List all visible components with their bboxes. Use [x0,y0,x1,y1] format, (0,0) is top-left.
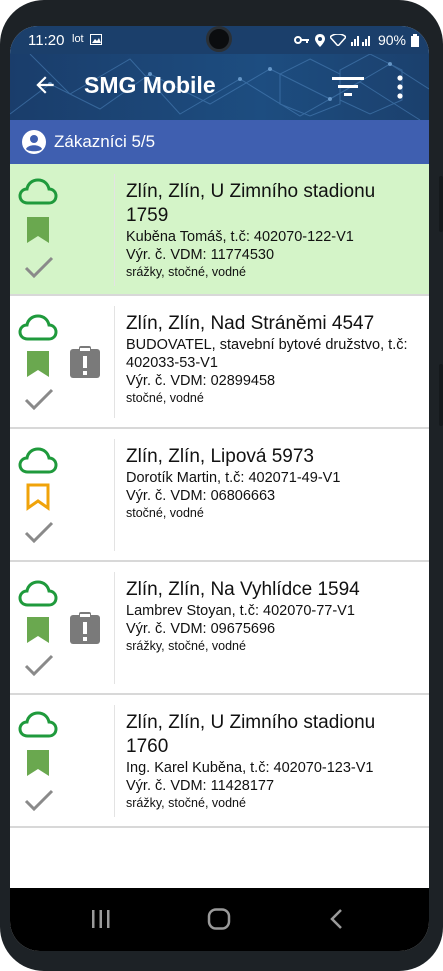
location-icon [314,33,325,47]
volume-button [439,176,443,232]
row-content: Zlín, Zlín, U Zimního stadionu 1759 Kubě… [126,180,422,281]
check-icon [24,388,54,411]
account-circle-icon [22,130,46,154]
wifi-icon [329,34,346,46]
row-divider [114,306,115,418]
arrow-left-icon[interactable] [32,72,58,98]
customer-row[interactable]: Zlín, Zlín, U Zimního stadionu 1760 Ing.… [10,695,429,828]
customer-address: Zlín, Zlín, Lipová 5973 [126,446,314,467]
cloud-icon [18,178,58,205]
cloud-icon [18,447,58,474]
row-divider [114,439,115,551]
gallery-icon [89,33,102,45]
cloud-icon [18,314,58,341]
customer-owner: Ing. Karel Kuběna, t.č: 402070-123-V1 [126,760,374,776]
bookmark-icon [27,217,49,243]
fee-types: stočné, vodné [126,391,204,405]
carrier-label: lot [72,33,84,45]
fee-types: stočné, vodné [126,506,204,520]
customer-address: Zlín, Zlín, Na Vyhlídce 1594 [126,579,360,600]
phone-frame: 11:20 lot 90% SMG Mobile Zákazníci 5/5 Z… [0,0,443,971]
app-title: SMG Mobile [84,72,216,98]
bookmark-icon [27,750,49,776]
customer-row[interactable]: Zlín, Zlín, U Zimního stadionu 1759 Kubě… [10,164,429,296]
bookmark-icon [26,483,50,511]
cloud-icon [18,711,58,738]
row-content: Zlín, Zlín, Nad Stráněmi 4547 BUDOVATEL,… [126,312,422,407]
row-content: Zlín, Zlín, Lipová 5973 Dorotík Martin, … [126,445,422,522]
fee-types: srážky, stočné, vodné [126,639,246,653]
row-divider [114,705,115,817]
cloud-icon [18,580,58,607]
meter-number: Výr. č. VDM: 02899458 [126,373,276,389]
recent-apps-icon[interactable] [90,908,112,930]
status-bar: 11:20 lot 90% [10,26,429,54]
fee-types: srážky, stočné, vodné [126,265,246,279]
customer-address: Zlín, Zlín, U Zimního stadionu 1759 [126,181,376,226]
meter-number: Výr. č. VDM: 09675696 [126,621,276,637]
meter-number: Výr. č. VDM: 06806663 [126,488,276,504]
battery-icon [411,33,419,47]
status-left-icons: lot [72,33,102,45]
customers-header: Zákazníci 5/5 [10,120,429,164]
row-divider [114,174,115,286]
app-bar: SMG Mobile [10,54,429,120]
filter-icon[interactable] [332,74,364,100]
front-camera [206,26,232,52]
row-content: Zlín, Zlín, U Zimního stadionu 1760 Ing.… [126,711,422,812]
customer-row[interactable]: Zlín, Zlín, Nad Stráněmi 4547 BUDOVATEL,… [10,296,429,429]
back-nav-icon[interactable] [328,908,344,930]
power-button [439,364,443,426]
clipboard-alert-icon [70,612,100,644]
customer-owner: Lambrev Stoyan, t.č: 402070-77-V1 [126,603,355,619]
check-icon [24,256,54,279]
fee-types: srážky, stočné, vodné [126,796,246,810]
row-divider [114,572,115,684]
key-icon [293,36,309,44]
signal-icon [350,36,370,46]
status-right-icons: 90% [293,32,419,48]
customer-list: Zlín, Zlín, U Zimního stadionu 1759 Kubě… [10,164,429,828]
check-icon [24,654,54,677]
home-icon[interactable] [207,908,231,930]
customer-owner: Kuběna Tomáš, t.č: 402070-122-V1 [126,229,354,245]
check-icon [24,521,54,544]
row-content: Zlín, Zlín, Na Vyhlídce 1594 Lambrev Sto… [126,578,422,655]
meter-number: Výr. č. VDM: 11428177 [126,778,275,794]
clipboard-alert-icon [70,346,100,378]
customer-owner: BUDOVATEL, stavební bytové družstvo, t.č… [126,337,408,371]
bookmark-icon [27,351,49,377]
status-time: 11:20 [28,32,65,49]
customer-address: Zlín, Zlín, U Zimního stadionu 1760 [126,712,376,757]
customer-row[interactable]: Zlín, Zlín, Lipová 5973 Dorotík Martin, … [10,429,429,562]
customer-address: Zlín, Zlín, Nad Stráněmi 4547 [126,313,375,334]
screen: 11:20 lot 90% SMG Mobile Zákazníci 5/5 Z… [10,26,429,951]
customers-count-label: Zákazníci 5/5 [54,132,156,151]
battery-percent: 90% [377,32,406,48]
bookmark-icon [27,617,49,643]
network-background-graphic [10,54,429,120]
customer-owner: Dorotík Martin, t.č: 402071-49-V1 [126,470,341,486]
check-icon [24,789,54,812]
more-vert-icon[interactable] [394,74,406,100]
system-navigation-bar [10,888,429,951]
meter-number: Výr. č. VDM: 11774530 [126,247,275,263]
customer-row[interactable]: Zlín, Zlín, Na Vyhlídce 1594 Lambrev Sto… [10,562,429,695]
